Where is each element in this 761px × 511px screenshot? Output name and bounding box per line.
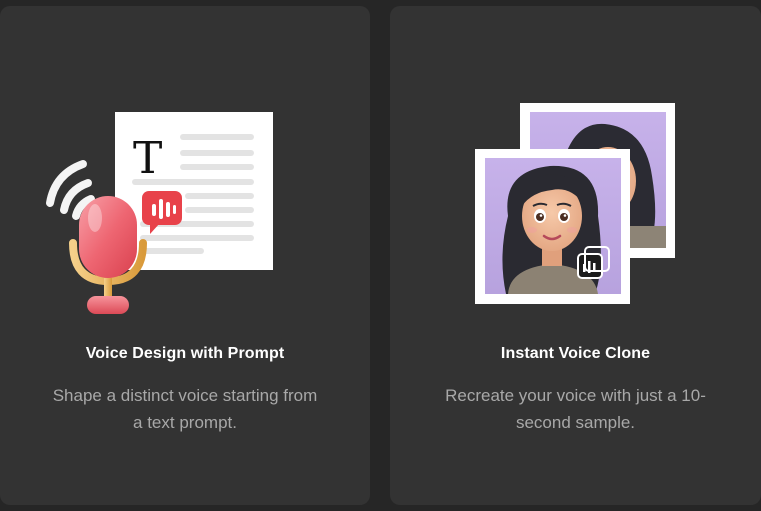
svg-text:T: T [133,133,162,184]
card-title: Instant Voice Clone [500,345,651,362]
voice-design-card[interactable]: T Voice Design with Prompt Shape a disti… [0,6,370,505]
voice-options: T Voice Design with Prompt Shape a disti… [0,0,761,511]
front-photo-frame [475,149,630,304]
document-icon: T [115,112,273,270]
photo-clone-icon [475,103,675,304]
microphone-document-icon: T [46,112,273,314]
card-title: Voice Design with Prompt [85,345,285,362]
card-description: Recreate your voice with just a 10-secon… [445,386,706,432]
instant-voice-clone-card[interactable]: Instant Voice Clone Recreate your voice … [390,6,761,505]
microphone-icon [69,196,147,314]
card-description: Shape a distinct voice starting from a t… [52,386,318,432]
